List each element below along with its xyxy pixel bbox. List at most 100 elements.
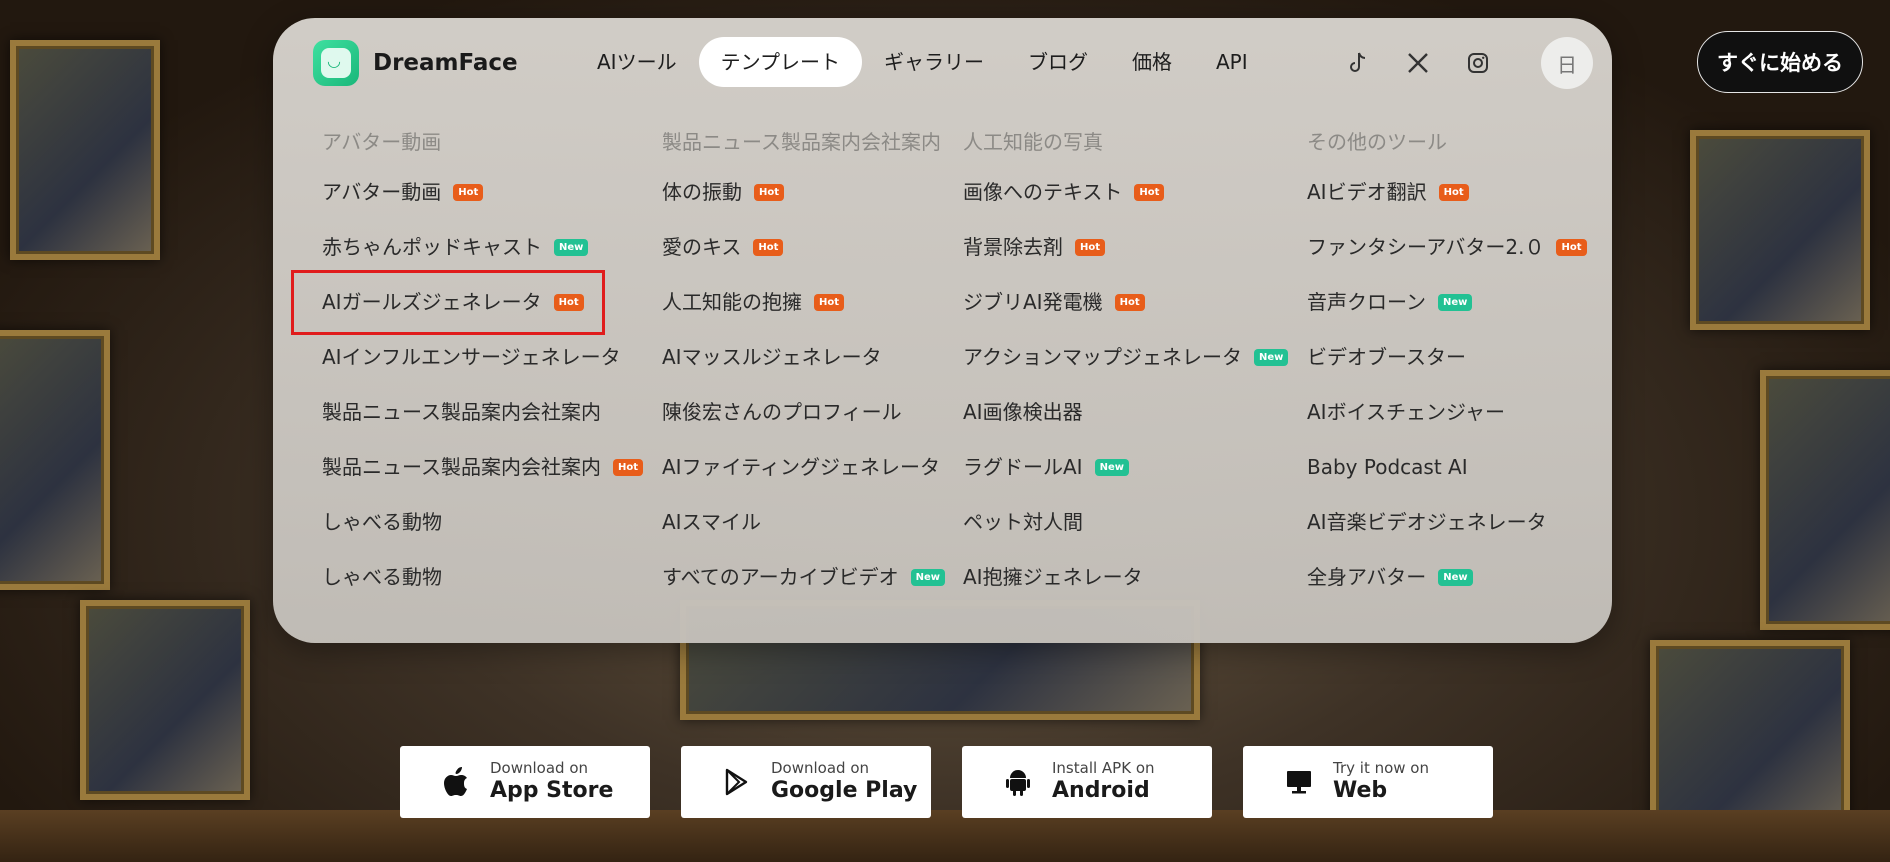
- menu-item-label: 画像へのテキスト: [963, 180, 1123, 204]
- menu-item[interactable]: 製品ニュース製品案内会社案内 Hot: [322, 452, 644, 482]
- language-switcher[interactable]: 日: [1541, 37, 1593, 89]
- menu-item-label: ジブリAI発電機: [963, 290, 1103, 314]
- brand-name: DreamFace: [373, 50, 518, 76]
- menu-item-label: 愛のキス: [662, 235, 742, 259]
- menu-item-label: 製品ニュース製品案内会社案内: [322, 400, 601, 424]
- menu-item[interactable]: 愛のキス Hot: [662, 232, 784, 262]
- menu-item[interactable]: しゃべる動物: [322, 507, 442, 537]
- hot-badge: Hot: [1556, 238, 1587, 256]
- menu-item-label: AIインフルエンサージェネレータ: [322, 345, 621, 369]
- nav-templates[interactable]: テンプレート: [698, 37, 862, 87]
- download-store-name: Android: [1052, 778, 1150, 803]
- nav-pricing[interactable]: 価格: [1110, 37, 1194, 87]
- menu-item[interactable]: 音声クローン New: [1307, 287, 1473, 317]
- nav-gallery[interactable]: ギャラリー: [862, 37, 1006, 87]
- hot-badge: Hot: [754, 183, 785, 201]
- try-web-button[interactable]: Try it now on Web: [1243, 746, 1493, 818]
- hot-badge: Hot: [1114, 293, 1145, 311]
- menu-item[interactable]: ペット対人間: [963, 507, 1083, 537]
- nav-blog[interactable]: ブログ: [1006, 37, 1110, 87]
- main-nav: AIツール テンプレート ギャラリー ブログ 価格 API: [575, 37, 1270, 87]
- menu-item[interactable]: AIファイティングジェネレータ: [662, 452, 940, 482]
- column-title: 製品ニュース製品案内会社案内: [662, 130, 941, 154]
- hot-badge: Hot: [1134, 183, 1165, 201]
- menu-item[interactable]: アバター動画 Hot: [322, 177, 484, 207]
- new-badge: New: [1094, 458, 1129, 476]
- menu-item-label: 背景除去剤: [963, 235, 1063, 259]
- hot-badge: Hot: [753, 238, 784, 256]
- menu-item[interactable]: 人工知能の抱擁 Hot: [662, 287, 845, 317]
- menu-item[interactable]: AI画像検出器: [963, 397, 1083, 427]
- menu-item-label: ペット対人間: [963, 510, 1083, 534]
- instagram-icon[interactable]: [1463, 48, 1493, 78]
- menu-column-other-tools: その他のツール AIビデオ翻訳 Hot ファンタシーアバター2.０ Hot 音声クローン…: [1307, 127, 1587, 589]
- menu-item[interactable]: AIインフルエンサージェネレータ: [322, 342, 621, 372]
- menu-item[interactable]: 全身アバター New: [1307, 562, 1473, 592]
- nav-api[interactable]: API: [1194, 37, 1270, 87]
- menu-item[interactable]: 体の振動 Hot: [662, 177, 785, 207]
- menu-item[interactable]: アクションマップジェネレータ New: [963, 342, 1289, 372]
- download-store-name: App Store: [490, 778, 614, 803]
- dreamface-logo-icon: [313, 40, 359, 86]
- column-title: その他のツール: [1307, 130, 1447, 154]
- menu-column-avatar-video: アバター動画 アバター動画 Hot 赤ちゃんポッドキャスト New AIガールズジェネレ…: [322, 127, 644, 589]
- menu-item[interactable]: AIスマイル: [662, 507, 761, 537]
- menu-item[interactable]: Baby Podcast AI: [1307, 452, 1468, 482]
- menu-item-label: アクションマップジェネレータ: [963, 345, 1242, 369]
- download-small-label: Download on: [490, 759, 589, 777]
- download-app-store-button[interactable]: Download on App Store: [400, 746, 650, 818]
- menu-item[interactable]: AIボイスチェンジャー: [1307, 397, 1505, 427]
- x-icon[interactable]: [1403, 48, 1433, 78]
- highlight-box: [291, 270, 605, 335]
- menu-item[interactable]: ラグドールAI New: [963, 452, 1129, 482]
- menu-item-label: AIファイティングジェネレータ: [662, 455, 940, 479]
- hot-badge: Hot: [613, 458, 644, 476]
- hot-badge: Hot: [453, 183, 484, 201]
- download-store-name: Web: [1333, 778, 1388, 803]
- menu-item-label: Baby Podcast AI: [1307, 455, 1468, 479]
- menu-item[interactable]: 製品ニュース製品案内会社案内: [322, 397, 601, 427]
- menu-item[interactable]: すべてのアーカイブビデオ New: [662, 562, 945, 592]
- menu-item-label: ファンタシーアバター2.０: [1307, 235, 1545, 259]
- menu-item-label: ビデオブースター: [1307, 345, 1466, 369]
- menu-item-label: 体の振動: [662, 180, 742, 204]
- menu-item[interactable]: 背景除去剤 Hot: [963, 232, 1106, 262]
- menu-item[interactable]: ファンタシーアバター2.０ Hot: [1307, 232, 1587, 262]
- menu-item-label: 人工知能の抱擁: [662, 290, 802, 314]
- get-started-button[interactable]: すぐに始める: [1697, 31, 1863, 93]
- menu-item-label: AI抱擁ジェネレータ: [963, 565, 1143, 589]
- column-title: 人工知能の写真: [963, 130, 1103, 154]
- download-android-apk-button[interactable]: Install APK on Android: [962, 746, 1212, 818]
- apple-icon: [440, 766, 472, 798]
- hot-badge: Hot: [1438, 183, 1469, 201]
- menu-item[interactable]: AIビデオ翻訳 Hot: [1307, 177, 1469, 207]
- menu-item-label: AIスマイル: [662, 510, 761, 534]
- new-badge: New: [554, 238, 589, 256]
- menu-item[interactable]: ビデオブースター: [1307, 342, 1466, 372]
- download-google-play-button[interactable]: Download on Google Play: [681, 746, 931, 818]
- menu-item[interactable]: AI音楽ビデオジェネレータ: [1307, 507, 1547, 537]
- menu-item-label: しゃべる動物: [322, 565, 442, 589]
- brand-logo[interactable]: DreamFace: [313, 40, 518, 86]
- menu-item[interactable]: 画像へのテキスト Hot: [963, 177, 1165, 207]
- tiktok-icon[interactable]: [1343, 48, 1373, 78]
- hot-badge: Hot: [1075, 238, 1106, 256]
- menu-item[interactable]: AIマッスルジェネレータ: [662, 342, 882, 372]
- column-title: アバター動画: [322, 130, 442, 154]
- menu-item[interactable]: 陳俊宏さんのプロフィール: [662, 397, 902, 427]
- menu-item-label: 製品ニュース製品案内会社案内: [322, 455, 601, 479]
- google-play-icon: [721, 766, 753, 798]
- menu-item[interactable]: 赤ちゃんポッドキャスト New: [322, 232, 589, 262]
- new-badge: New: [910, 568, 945, 586]
- menu-item[interactable]: ジブリAI発電機 Hot: [963, 287, 1145, 317]
- nav-ai-tools[interactable]: AIツール: [575, 37, 699, 87]
- menu-item-label: AIボイスチェンジャー: [1307, 400, 1505, 424]
- menu-item-label: すべてのアーカイブビデオ: [662, 565, 899, 589]
- menu-item[interactable]: AI抱擁ジェネレータ: [963, 562, 1143, 592]
- menu-item[interactable]: しゃべる動物: [322, 562, 442, 592]
- menu-column-product-news: 製品ニュース製品案内会社案内 体の振動 Hot 愛のキス Hot 人工知能の抱擁 Hot A…: [662, 127, 945, 589]
- download-store-name: Google Play: [771, 778, 918, 803]
- menu-item-label: 陳俊宏さんのプロフィール: [662, 400, 902, 424]
- menu-item-label: 音声クローン: [1307, 290, 1426, 314]
- download-small-label: Try it now on: [1333, 759, 1429, 777]
